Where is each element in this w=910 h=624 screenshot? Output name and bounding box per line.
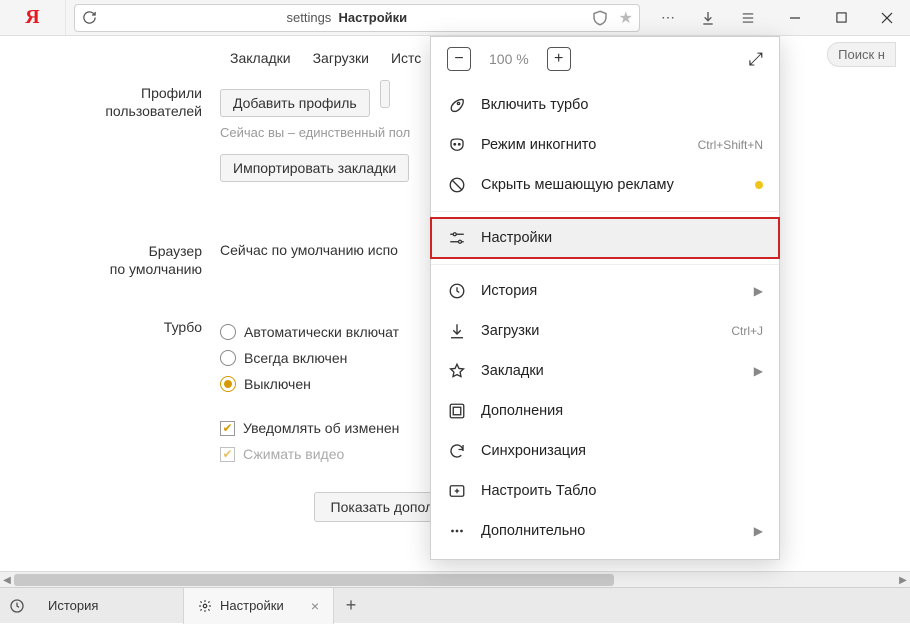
- partial-button[interactable]: [380, 80, 390, 108]
- tab-history[interactable]: История: [34, 588, 184, 624]
- turbo-label: Турбо: [0, 314, 220, 472]
- menu-history[interactable]: История ▶: [431, 271, 779, 311]
- yandex-logo: Я: [25, 6, 39, 29]
- close-button[interactable]: [864, 0, 910, 36]
- more-icon[interactable]: ⋯: [648, 0, 688, 36]
- zoom-controls: − 100 % + ⤢: [431, 37, 779, 85]
- profiles-label: Профили пользователей: [0, 80, 220, 182]
- menu-addons[interactable]: Дополнения: [431, 391, 779, 431]
- gear-icon: [198, 599, 212, 613]
- default-browser-label: Браузер по умолчанию: [0, 238, 220, 278]
- menu-customize-tablo[interactable]: Настроить Табло: [431, 471, 779, 511]
- ads-indicator-dot: [755, 181, 763, 189]
- horizontal-scrollbar[interactable]: ◀ ▶: [0, 571, 910, 587]
- sync-icon: [447, 441, 467, 461]
- omnibox-actions: ★: [591, 8, 639, 28]
- clock-icon: [447, 281, 467, 301]
- menu-more[interactable]: Дополнительно ▶: [431, 511, 779, 551]
- omnibox[interactable]: settings Настройки ★: [74, 4, 640, 32]
- no-ads-icon: [447, 175, 467, 195]
- menu-turbo[interactable]: Включить турбо: [431, 85, 779, 125]
- window-controls: [772, 0, 910, 36]
- sliders-icon: [447, 228, 467, 248]
- tab-label: Настройки: [220, 598, 284, 613]
- scroll-thumb[interactable]: [14, 574, 614, 586]
- zoom-in-button[interactable]: +: [547, 47, 571, 71]
- titlebar: Я settings Настройки ★ ⋯: [0, 0, 910, 36]
- add-profile-button[interactable]: Добавить профиль: [220, 89, 370, 117]
- zoom-out-button[interactable]: −: [447, 47, 471, 71]
- menu-button[interactable]: [728, 0, 768, 36]
- protect-icon[interactable]: [591, 9, 609, 27]
- chevron-right-icon: ▶: [754, 524, 763, 538]
- chevron-right-icon: ▶: [754, 284, 763, 298]
- menu-bookmarks[interactable]: Закладки ▶: [431, 351, 779, 391]
- bookmark-star-icon[interactable]: ★: [619, 8, 633, 28]
- tab-close-icon[interactable]: ×: [311, 598, 319, 614]
- tab-settings[interactable]: Настройки ×: [184, 588, 334, 624]
- omnibox-text: settings Настройки: [103, 10, 591, 25]
- scroll-left-arrow[interactable]: ◀: [0, 572, 14, 588]
- dots-icon: [447, 521, 467, 541]
- addons-icon: [447, 401, 467, 421]
- tablo-icon: [447, 481, 467, 501]
- reload-button[interactable]: [75, 10, 103, 25]
- mask-icon: [447, 135, 467, 155]
- nav-downloads[interactable]: Загрузки: [313, 50, 369, 66]
- home-area[interactable]: Я: [0, 0, 66, 35]
- new-tab-button[interactable]: +: [334, 588, 368, 624]
- menu-hide-ads[interactable]: Скрыть мешающую рекламу: [431, 165, 779, 205]
- download-icon: [447, 321, 467, 341]
- zoom-percent: 100 %: [489, 51, 529, 67]
- fullscreen-icon[interactable]: ⤢: [749, 49, 763, 70]
- main-menu: − 100 % + ⤢ Включить турбо Режим инкогни…: [430, 36, 780, 560]
- toolbar-actions: ⋯: [648, 0, 768, 36]
- settings-search[interactable]: Поиск н: [827, 42, 896, 67]
- tabstrip: История Настройки × +: [0, 587, 910, 623]
- nav-bookmarks[interactable]: Закладки: [230, 50, 291, 66]
- import-bookmarks-button[interactable]: Импортировать закладки: [220, 154, 409, 182]
- menu-incognito[interactable]: Режим инкогнито Ctrl+Shift+N: [431, 125, 779, 165]
- chevron-right-icon: ▶: [754, 364, 763, 378]
- minimize-button[interactable]: [772, 0, 818, 36]
- maximize-button[interactable]: [818, 0, 864, 36]
- tab-label: История: [48, 598, 98, 613]
- menu-sync[interactable]: Синхронизация: [431, 431, 779, 471]
- history-button[interactable]: [0, 588, 34, 624]
- menu-settings[interactable]: Настройки: [431, 218, 779, 258]
- menu-downloads[interactable]: Загрузки Ctrl+J: [431, 311, 779, 351]
- star-icon: [447, 361, 467, 381]
- nav-history[interactable]: Истс: [391, 50, 421, 66]
- rocket-icon: [447, 95, 467, 115]
- scroll-right-arrow[interactable]: ▶: [896, 572, 910, 588]
- downloads-icon[interactable]: [688, 0, 728, 36]
